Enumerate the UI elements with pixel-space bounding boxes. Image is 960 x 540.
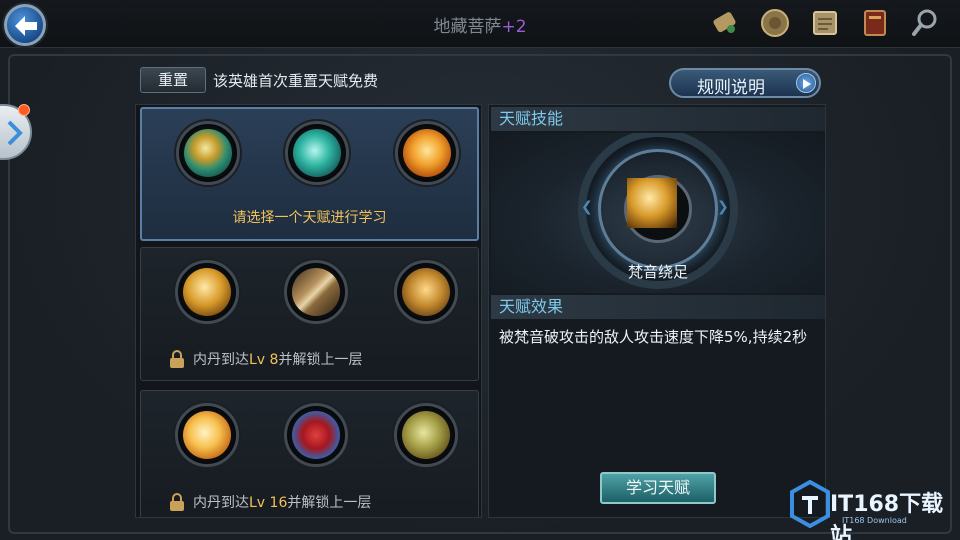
talent-detail-panel: 天赋技能 ❮ ❯ 梵音绕足 天赋效果 被梵音破攻击的敌人攻击速度下降5%,持续2…: [488, 104, 826, 518]
chevron-right-icon: [7, 120, 23, 146]
tier-lock-requirement: 内丹到达Lv 16并解锁上一层: [169, 492, 371, 512]
notification-dot: [18, 104, 30, 116]
talent-tier-1: 请选择一个天赋进行学习: [140, 107, 479, 241]
padlock-icon: [170, 493, 184, 511]
rules-button-label: 规则说明: [697, 78, 765, 98]
watermark-text: IT168下载站: [830, 492, 944, 540]
effect-description: 被梵音破攻击的敌人攻击速度下降5%,持续2秒: [499, 328, 808, 346]
padlock-icon: [170, 350, 184, 368]
reset-button[interactable]: 重置: [140, 67, 206, 93]
tier-hint: 请选择一个天赋进行学习: [232, 210, 387, 226]
effect-section-header: 天赋效果: [491, 295, 825, 319]
talent-tier-2: 内丹到达Lv 8并解锁上一层: [140, 247, 479, 381]
watermark-subtext: IT168 Download: [842, 516, 907, 525]
magnifier-icon[interactable]: [906, 4, 944, 42]
lock-text: 内丹到达Lv 16并解锁上一层: [193, 495, 372, 511]
dragon-icon[interactable]: [284, 403, 348, 467]
left-ornament-icon: ❮: [581, 199, 593, 215]
selected-talent-icon: [624, 175, 692, 243]
right-ornament-icon: ❯: [717, 199, 729, 215]
top-bar: 地藏菩萨+2: [0, 0, 960, 48]
leaf-icon[interactable]: [394, 403, 458, 467]
scroll-icon[interactable]: [706, 4, 744, 42]
rules-button[interactable]: 规则说明: [669, 68, 821, 98]
tier-lock-requirement: 内丹到达Lv 8并解锁上一层: [169, 349, 362, 369]
map-icon[interactable]: [806, 4, 844, 42]
site-watermark: IT168下载站 IT168 Download: [790, 478, 955, 540]
watermark-logo-icon: [790, 480, 830, 528]
shield-icon[interactable]: [394, 260, 458, 324]
hero-level-suffix: +2: [501, 17, 527, 37]
skill-section-header: 天赋技能: [491, 107, 825, 131]
jade-lotus-icon[interactable]: [176, 121, 240, 185]
hero-name: 地藏菩萨: [433, 17, 502, 37]
talent-tier-3: 内丹到达Lv 16并解锁上一层: [140, 390, 479, 517]
shield-coin-icon[interactable]: [756, 4, 794, 42]
burst-icon[interactable]: [175, 403, 239, 467]
talent-tree-panel: 请选择一个天赋进行学习 内丹到达Lv 8并解锁上一层 内丹到达Lv 16并解锁上…: [135, 104, 482, 518]
skill-display: ❮ ❯ 梵音绕足: [491, 133, 825, 293]
learn-talent-button[interactable]: 学习天赋: [600, 472, 716, 504]
blade-icon[interactable]: [284, 260, 348, 324]
book-icon[interactable]: [856, 4, 894, 42]
wave-icon[interactable]: [285, 121, 349, 185]
gold-lotus-icon[interactable]: [175, 260, 239, 324]
fire-monk-icon[interactable]: [395, 121, 459, 185]
top-icon-bar: [706, 4, 944, 42]
skill-name: 梵音绕足: [627, 263, 688, 281]
reset-note: 该英雄首次重置天赋免费: [213, 72, 379, 90]
play-arrow-icon: [796, 73, 816, 93]
lock-text: 内丹到达Lv 8并解锁上一层: [193, 352, 363, 368]
